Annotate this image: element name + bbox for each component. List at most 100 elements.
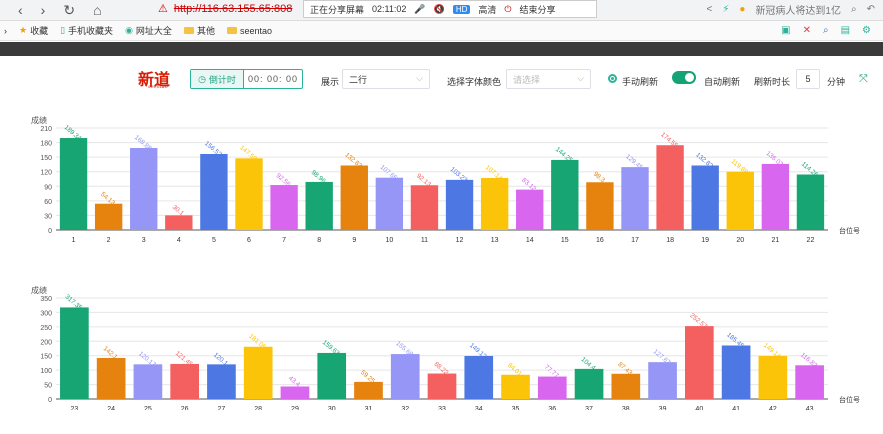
bar bbox=[574, 368, 604, 399]
x-tick-label: 35 bbox=[512, 406, 520, 410]
x-tick-label: 14 bbox=[526, 237, 534, 244]
bar bbox=[721, 345, 751, 399]
mic-muted-icon[interactable]: 🎤 bbox=[414, 4, 425, 15]
hd-label[interactable]: 高清 bbox=[478, 3, 496, 16]
bookmark-sites[interactable]: ◉ 网址大全 bbox=[125, 24, 172, 37]
share-timer: 02:11:02 bbox=[372, 4, 407, 14]
screenshot-icon[interactable]: ▤ bbox=[841, 25, 850, 36]
bookmark-other[interactable]: 其他 bbox=[183, 24, 215, 37]
bookmark-mobile[interactable]: ▯ 手机收藏夹 bbox=[60, 24, 113, 37]
countdown-input[interactable]: 00: 00: 00 bbox=[244, 70, 302, 88]
y-tick-label: 0 bbox=[48, 228, 52, 235]
x-tick-label: 3 bbox=[142, 237, 146, 244]
x-tick-label: 36 bbox=[548, 406, 556, 410]
x-tick-label: 12 bbox=[456, 237, 464, 244]
x-tick-label: 13 bbox=[491, 237, 499, 244]
display-value: 二行 bbox=[349, 74, 368, 85]
share-icon[interactable]: < bbox=[707, 4, 713, 15]
clock-icon: ◷ bbox=[198, 73, 206, 84]
display-label: 展示 bbox=[321, 77, 340, 87]
bookmark-favorites[interactable]: ★ 收藏 bbox=[19, 24, 48, 37]
bar bbox=[340, 165, 368, 230]
back-icon[interactable]: ‹ bbox=[18, 2, 23, 18]
y-tick-label: 0 bbox=[48, 397, 52, 404]
settings-icon[interactable]: ⚙ bbox=[862, 25, 871, 36]
auto-refresh-label: 自动刷新 bbox=[704, 77, 741, 87]
x-tick-label: 30 bbox=[328, 406, 336, 410]
extension-icon[interactable]: ▣ bbox=[781, 25, 790, 36]
x-tick-label: 37 bbox=[585, 406, 593, 410]
x-tick-label: 22 bbox=[807, 237, 815, 244]
chevron-down-icon: ⌵ bbox=[416, 73, 423, 83]
x-tick-label: 26 bbox=[181, 406, 189, 410]
address-bar[interactable]: ⚠ http://116.63.155.65:808 bbox=[158, 2, 292, 16]
bookmark-label: 其他 bbox=[196, 26, 215, 36]
y-tick-label: 250 bbox=[40, 325, 52, 332]
x-tick-label: 2 bbox=[107, 237, 111, 244]
bar bbox=[761, 163, 790, 230]
browser-nav: ‹ › ↻ ⌂ bbox=[18, 0, 120, 20]
x-tick-label: 21 bbox=[771, 237, 779, 244]
x-tick-label: 17 bbox=[631, 237, 639, 244]
home-icon[interactable]: ⌂ bbox=[93, 2, 101, 18]
font-color-select[interactable]: 请选择 ⌵ bbox=[506, 69, 591, 89]
x-tick-label: 34 bbox=[475, 406, 483, 410]
bar bbox=[59, 138, 88, 230]
bar bbox=[410, 185, 439, 230]
bar bbox=[60, 307, 89, 399]
sidebar-toggle-icon[interactable]: › bbox=[4, 26, 7, 36]
manual-refresh-radio[interactable] bbox=[608, 74, 617, 83]
bookmarks-bar: › ★ 收藏 ▯ 手机收藏夹 ◉ 网址大全 其他 seentao ▣ ✕ ⌕ ▤ ⚙ bbox=[0, 21, 883, 41]
bar bbox=[280, 386, 310, 399]
tools-icon[interactable]: ✕ bbox=[803, 25, 811, 36]
minute-unit-label: 分钟 bbox=[827, 77, 846, 87]
undo-icon[interactable]: ↶ bbox=[867, 4, 875, 15]
score-dashboard: 新道 seentao ◷ 倒计时 00: 00: 00 展示 二行 ⌵ 选择字体颜色 … bbox=[4, 56, 879, 434]
bookmark-label: 手机收藏夹 bbox=[68, 26, 114, 36]
manual-refresh-label[interactable]: 手动刷新 bbox=[622, 75, 658, 88]
browser-toolbar: ‹ › ↻ ⌂ ⚠ http://116.63.155.65:808 正在分享屏… bbox=[0, 0, 883, 21]
bar bbox=[133, 364, 163, 399]
refresh-icon[interactable]: ↻ bbox=[63, 2, 75, 19]
bar bbox=[165, 215, 193, 230]
bar bbox=[243, 346, 273, 399]
x-tick-label: 24 bbox=[107, 406, 115, 410]
x-tick-label: 11 bbox=[421, 237, 428, 244]
fullscreen-icon[interactable]: ⤧ bbox=[859, 73, 868, 86]
search-engine-icon[interactable]: ● bbox=[739, 4, 745, 15]
end-share-button[interactable]: 结束分享 bbox=[520, 3, 556, 16]
bar bbox=[207, 364, 236, 399]
bar bbox=[235, 158, 263, 230]
countdown-button[interactable]: ◷ 倒计时 bbox=[191, 70, 244, 88]
y-tick-label: 210 bbox=[40, 126, 52, 133]
seentao-logo: 新道 seentao bbox=[138, 66, 170, 90]
display-select[interactable]: 二行 ⌵ bbox=[342, 69, 430, 89]
speaker-muted-icon[interactable]: 🔇 bbox=[434, 4, 445, 15]
x-tick-label: 1 bbox=[72, 237, 76, 244]
refresh-duration-input[interactable]: 5 bbox=[796, 69, 820, 89]
auto-refresh-toggle[interactable] bbox=[672, 71, 696, 84]
x-tick-label: 32 bbox=[401, 406, 409, 410]
x-tick-label: 8 bbox=[317, 237, 321, 244]
page-header-strip bbox=[0, 42, 883, 56]
share-status-label: 正在分享屏幕 bbox=[310, 4, 365, 15]
y-tick-label: 30 bbox=[44, 213, 52, 220]
bar bbox=[516, 189, 544, 230]
search-hint[interactable]: 新冠病人将达到1亿 bbox=[755, 2, 841, 17]
search-ext-icon[interactable]: ⌕ bbox=[823, 25, 829, 36]
bolt-icon[interactable]: ⚡ bbox=[722, 4, 729, 15]
folder-icon bbox=[183, 27, 194, 34]
x-axis-label: 台位号 bbox=[839, 226, 860, 235]
bar bbox=[305, 181, 333, 230]
font-color-placeholder: 请选择 bbox=[513, 74, 541, 85]
search-icon[interactable]: ⌕ bbox=[851, 4, 857, 15]
bar bbox=[480, 177, 509, 230]
insecure-lock-icon: ⚠ bbox=[158, 3, 168, 15]
bookmark-seentao[interactable]: seentao bbox=[226, 26, 272, 36]
phone-icon: ▯ bbox=[60, 25, 66, 35]
y-tick-label: 150 bbox=[40, 354, 52, 361]
forward-icon[interactable]: › bbox=[41, 2, 46, 18]
bar bbox=[758, 355, 788, 399]
x-tick-label: 23 bbox=[70, 406, 78, 410]
browser-right-tools: < ⚡ ● 新冠病人将达到1亿 ⌕ ↶ bbox=[707, 2, 875, 17]
